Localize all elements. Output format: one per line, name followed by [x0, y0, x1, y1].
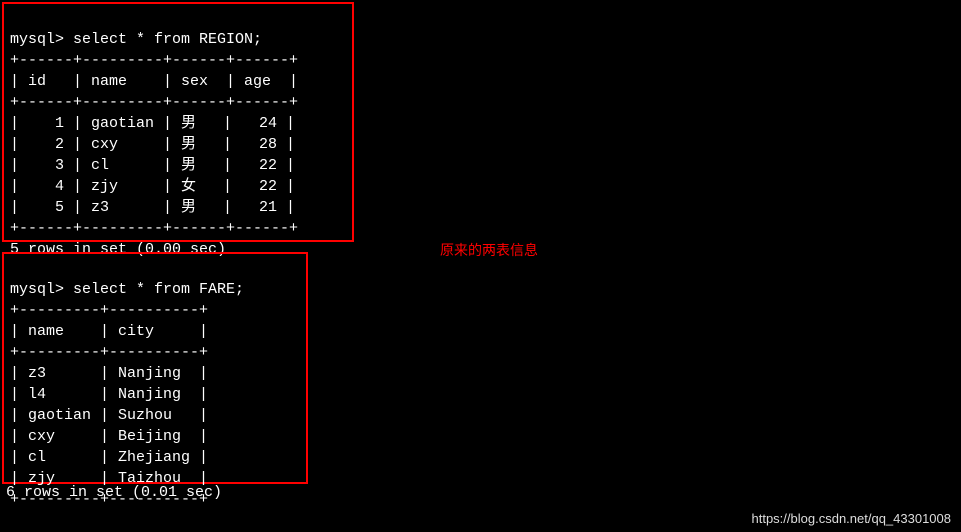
- fare-query-footer: 6 rows in set (0.01 sec): [6, 484, 222, 501]
- table-row: | cxy | Beijing |: [10, 428, 208, 445]
- table-row: | 5 | z3 | 男 | 21 |: [10, 199, 295, 216]
- table-row: | gaotian | Suzhou |: [10, 407, 208, 424]
- table-border: +------+---------+------+------+: [10, 220, 298, 237]
- table-header: | name | city |: [10, 323, 208, 340]
- mysql-prompt: mysql>: [10, 31, 73, 48]
- table-border: +------+---------+------+------+: [10, 52, 298, 69]
- annotation-label: 原来的两表信息: [440, 240, 538, 260]
- table-row: | z3 | Nanjing |: [10, 365, 208, 382]
- sql-statement-fare: select * from FARE;: [73, 281, 244, 298]
- region-query-output: mysql> select * from REGION; +------+---…: [4, 4, 352, 264]
- table-row: | 4 | zjy | 女 | 22 |: [10, 178, 295, 195]
- table-border: +---------+----------+: [10, 344, 208, 361]
- table-row: | l4 | Nanjing |: [10, 386, 208, 403]
- table-header: | id | name | sex | age |: [10, 73, 298, 90]
- table-border: +---------+----------+: [10, 302, 208, 319]
- fare-query-output: mysql> select * from FARE; +---------+--…: [4, 254, 306, 514]
- table-row: | cl | Zhejiang |: [10, 449, 208, 466]
- watermark-text: https://blog.csdn.net/qq_43301008: [752, 511, 952, 526]
- region-table-highlight-box: mysql> select * from REGION; +------+---…: [2, 2, 354, 242]
- fare-table-highlight-box: mysql> select * from FARE; +---------+--…: [2, 252, 308, 484]
- table-row: | 3 | cl | 男 | 22 |: [10, 157, 295, 174]
- sql-statement-region: select * from REGION;: [73, 31, 262, 48]
- table-border: +------+---------+------+------+: [10, 94, 298, 111]
- table-row: | 1 | gaotian | 男 | 24 |: [10, 115, 295, 132]
- table-row: | 2 | cxy | 男 | 28 |: [10, 136, 295, 153]
- mysql-prompt: mysql>: [10, 281, 73, 298]
